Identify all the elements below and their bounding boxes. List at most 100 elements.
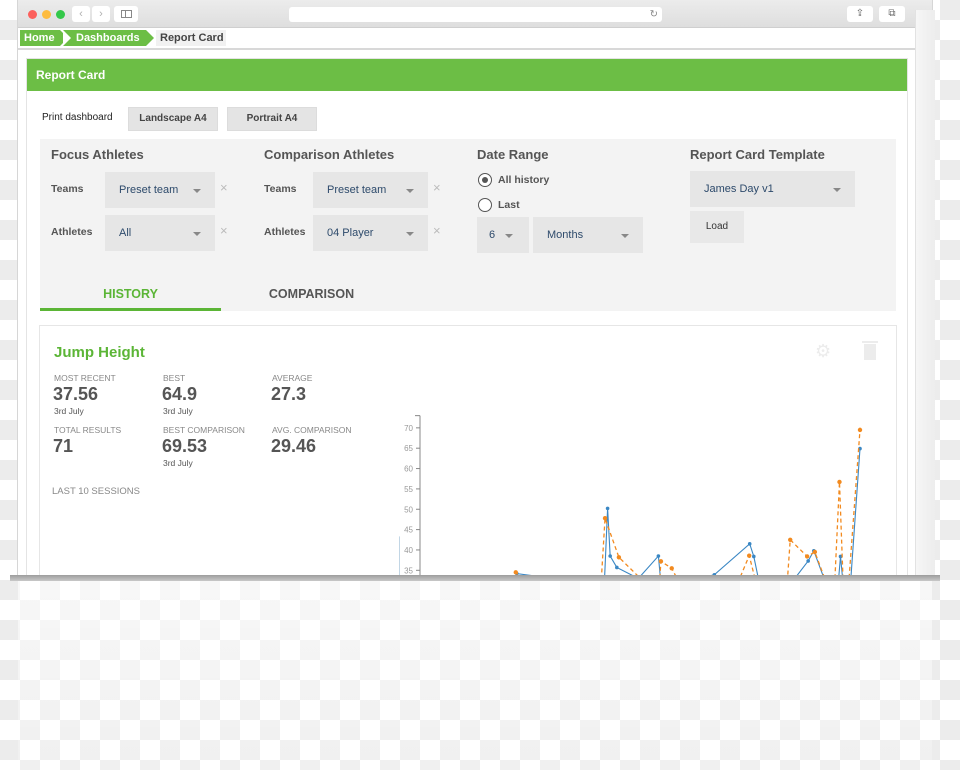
last-radio[interactable] [478, 198, 492, 212]
stat-label: AVERAGE [272, 373, 313, 383]
print-dashboard-label: Print dashboard [42, 112, 113, 123]
comparison-teams-label: Teams [264, 183, 297, 195]
last-count-select[interactable]: 6 [477, 217, 529, 253]
stat-date: 3rd July [163, 406, 193, 416]
maximize-window-button[interactable] [56, 10, 65, 19]
y-tick-label: 45 [404, 526, 413, 535]
data-point-comparison[interactable] [602, 516, 608, 521]
focus-athletes-clear-icon[interactable]: × [220, 223, 228, 238]
last-label[interactable]: Last [498, 199, 520, 211]
focus-athletes-title: Focus Athletes [51, 147, 144, 162]
data-point-focus[interactable] [605, 506, 610, 511]
stat-date: 3rd July [54, 406, 84, 416]
data-point-comparison[interactable] [837, 479, 842, 485]
focus-teams-select[interactable]: Preset team [105, 172, 215, 208]
y-tick-label: 60 [404, 465, 413, 474]
series-line-focus [515, 448, 861, 578]
portrait-a4-button[interactable]: Portrait A4 [227, 107, 317, 131]
data-point-focus[interactable] [752, 554, 756, 559]
focus-athletes-select[interactable]: All [105, 215, 215, 251]
template-value: James Day v1 [704, 183, 774, 195]
back-button[interactable]: ‹ [72, 6, 90, 22]
chevron-down-icon [505, 234, 513, 238]
data-point-focus[interactable] [747, 542, 752, 546]
data-point-focus[interactable] [656, 554, 661, 558]
data-point-comparison[interactable] [857, 427, 863, 433]
last-sessions-bar-chart [399, 536, 400, 578]
load-button[interactable]: Load [690, 211, 744, 243]
comparison-athletes-select[interactable]: 04 Player [313, 215, 428, 251]
sidebar-toggle-button[interactable] [114, 6, 138, 22]
template-select[interactable]: James Day v1 [690, 171, 855, 207]
tab-overview-button[interactable]: ⧉ [879, 6, 905, 22]
data-point-comparison[interactable] [812, 549, 818, 555]
stat-value: 71 [53, 436, 74, 456]
stat-label: TOTAL RESULTS [54, 425, 122, 435]
jump-height-card: Jump Height ⚙ MOST RECENT 37.56 3rd July… [39, 325, 897, 578]
close-window-button[interactable] [28, 10, 37, 19]
breadcrumb: Home Dashboards Report Card [18, 28, 932, 50]
landscape-a4-button[interactable]: Landscape A4 [128, 107, 218, 131]
last-unit-select[interactable]: Months [533, 217, 643, 253]
data-point-comparison[interactable] [804, 554, 810, 559]
y-tick-label: 35 [404, 566, 413, 575]
jump-height-line-chart: 25303540455055606570 [404, 415, 863, 578]
chevron-down-icon [406, 232, 414, 236]
data-point-comparison[interactable] [788, 537, 793, 542]
trash-icon[interactable] [862, 341, 878, 360]
y-tick-label: 50 [404, 505, 413, 514]
date-range-title: Date Range [477, 147, 549, 162]
comparison-athletes-value: 04 Player [327, 227, 374, 239]
data-point-focus[interactable] [608, 554, 612, 558]
tabs-icon: ⧉ [888, 8, 896, 19]
breadcrumb-home[interactable]: Home [20, 30, 68, 46]
reload-icon[interactable]: ↻ [650, 7, 658, 22]
data-point-comparison[interactable] [658, 559, 664, 564]
chevron-down-icon [193, 232, 201, 236]
gear-icon[interactable]: ⚙ [815, 341, 831, 362]
comparison-teams-select[interactable]: Preset team [313, 172, 428, 208]
screen-reflection [18, 581, 932, 770]
card-title: Jump Height [54, 344, 145, 361]
data-point-focus[interactable] [806, 559, 810, 563]
last-count-value: 6 [489, 229, 496, 241]
chevron-down-icon [193, 189, 201, 193]
minimize-window-button[interactable] [42, 10, 51, 19]
last-unit-value: Months [547, 229, 584, 241]
report-card-panel: Report Card Print dashboard Landscape A4… [26, 58, 908, 578]
stat-label: BEST COMPARISON [163, 425, 245, 435]
data-point-comparison[interactable] [616, 555, 622, 560]
all-history-radio[interactable] [478, 173, 492, 187]
chevron-down-icon [621, 234, 629, 238]
y-tick-label: 65 [404, 444, 413, 453]
stat-label: MOST RECENT [54, 373, 116, 383]
data-point-focus[interactable] [615, 565, 619, 570]
comparison-athletes-label: Athletes [264, 226, 306, 238]
stat-label: BEST [163, 373, 186, 383]
data-point-comparison[interactable] [513, 570, 518, 575]
stat-value: 29.46 [271, 436, 317, 456]
breadcrumb-dashboards[interactable]: Dashboards [63, 30, 154, 46]
share-button[interactable]: ⇪ [847, 6, 873, 22]
sidebar-icon [120, 10, 132, 18]
browser-window: ‹ › ↻ ⇪ ⧉ + Home Dashboards Report Card … [18, 0, 932, 578]
tab-comparison[interactable]: COMPARISON [221, 277, 402, 311]
data-point-comparison[interactable] [669, 566, 674, 571]
comparison-teams-clear-icon[interactable]: × [433, 180, 441, 195]
forward-button[interactable]: › [92, 6, 110, 22]
address-bar[interactable]: ↻ [289, 7, 662, 22]
comparison-athletes-clear-icon[interactable]: × [433, 223, 441, 238]
chevron-left-icon: ‹ [79, 8, 83, 20]
tab-history[interactable]: HISTORY [40, 277, 221, 311]
data-point-comparison[interactable] [746, 553, 752, 558]
series-line-comparison [514, 429, 861, 578]
stat-value: 37.56 [53, 384, 99, 404]
chevron-right-icon: › [99, 8, 103, 20]
focus-teams-clear-icon[interactable]: × [220, 180, 228, 195]
all-history-label[interactable]: All history [498, 174, 549, 186]
filters-panel: Focus Athletes Teams Preset team × Athle… [40, 139, 896, 311]
comparison-teams-value: Preset team [327, 184, 387, 196]
stat-date: 3rd July [163, 458, 193, 468]
report-card-template-title: Report Card Template [690, 147, 825, 162]
chevron-down-icon [406, 189, 414, 193]
